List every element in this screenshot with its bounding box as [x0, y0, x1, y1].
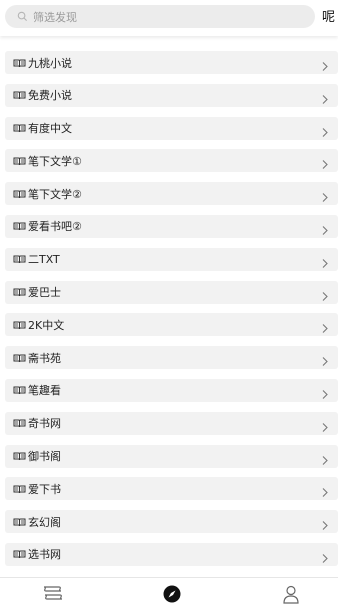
source-name: 九桃小说: [28, 56, 72, 70]
chevron-right-icon: [321, 549, 329, 563]
source-name: 二TXT: [28, 253, 60, 267]
chevron-right-icon: [321, 123, 329, 137]
chevron-right-icon: [321, 385, 329, 399]
source-name: 笔下文学①: [28, 154, 82, 168]
tab-bookshelf[interactable]: [42, 585, 64, 607]
source-list-item[interactable]: 笔趣看: [5, 378, 338, 402]
book-icon: [13, 517, 26, 527]
book-icon: [13, 189, 26, 199]
source-list-item[interactable]: 御书阁: [5, 444, 338, 468]
source-name: 奇书网: [28, 417, 61, 431]
source-list-item[interactable]: 二TXT: [5, 247, 338, 271]
chevron-right-icon: [321, 319, 329, 334]
bookshelf-icon: [43, 585, 63, 607]
chevron-right-icon: [321, 221, 329, 235]
source-name: 免费小说: [28, 89, 72, 103]
chevron-right-icon: [321, 451, 329, 465]
chevron-right-icon: [321, 418, 329, 432]
chevron-right-icon: [321, 516, 329, 531]
source-name: 选书网: [28, 548, 61, 562]
source-list-item[interactable]: 2K中文: [5, 313, 338, 337]
source-name: 笔下文学②: [28, 187, 82, 201]
discover-source-list: 九桃小说免费小说有度中文笔下文学① 笔下文学② 爱看书吧② 二TXT 爱巴士 2K中文斋书…: [5, 51, 338, 576]
chevron-right-icon: [321, 188, 329, 203]
book-icon: [13, 254, 26, 264]
book-icon: [13, 418, 26, 428]
person-icon: [282, 585, 300, 608]
chevron-right-icon: [321, 254, 329, 268]
chevron-right-icon: [321, 155, 329, 170]
tab-profile[interactable]: [280, 585, 302, 607]
source-name: 爱下书: [28, 482, 61, 496]
source-name: 斋书苑: [28, 351, 61, 365]
book-icon: [13, 385, 26, 395]
chevron-right-icon: [321, 57, 329, 71]
source-name: 有度中文: [28, 122, 72, 136]
chevron-right-icon: [321, 90, 329, 104]
source-name: 2K中文: [28, 318, 65, 332]
book-icon: [13, 353, 26, 363]
book-icon: [13, 549, 26, 559]
source-name: 御书阁: [28, 450, 61, 464]
top-bar: 筛选发现 呢: [0, 0, 338, 36]
compass-icon: [163, 585, 181, 607]
book-icon: [13, 320, 26, 330]
bottom-tab-bar: [0, 577, 338, 610]
source-name: 爱巴士: [28, 286, 61, 300]
tab-discover[interactable]: [161, 585, 183, 607]
source-list-item[interactable]: 九桃小说: [5, 51, 338, 74]
chevron-right-icon: [321, 352, 329, 367]
chevron-right-icon: [321, 287, 329, 301]
source-name: 爱看书吧②: [28, 220, 82, 234]
top-right-button[interactable]: 呢: [322, 6, 338, 25]
book-icon: [13, 58, 26, 68]
source-list-item[interactable]: 玄幻阁: [5, 510, 338, 534]
book-icon: [13, 287, 26, 297]
book-icon: [13, 90, 26, 100]
source-list-item[interactable]: 爱巴士: [5, 280, 338, 304]
book-icon: [13, 123, 26, 133]
source-list-item[interactable]: 免费小说: [5, 83, 338, 107]
source-list-item[interactable]: 斋书苑: [5, 346, 338, 370]
search-icon: [17, 11, 29, 23]
book-icon: [13, 156, 26, 166]
book-icon: [13, 221, 26, 231]
search-placeholder: 筛选发现: [33, 10, 77, 24]
source-name: 笔趣看: [28, 384, 61, 398]
source-list-item[interactable]: 有度中文: [5, 116, 338, 140]
source-name: 玄幻阁: [28, 515, 61, 529]
source-list-item[interactable]: 笔下文学②: [5, 182, 338, 206]
source-list-item[interactable]: 奇书网: [5, 411, 338, 435]
source-list-item[interactable]: 爱下书: [5, 477, 338, 501]
book-icon: [13, 484, 26, 494]
source-list-item[interactable]: 笔下文学①: [5, 149, 338, 173]
source-list-item[interactable]: 选书网: [5, 542, 338, 566]
search-input[interactable]: 筛选发现: [5, 5, 315, 28]
source-list-item[interactable]: 爱看书吧②: [5, 214, 338, 238]
chevron-right-icon: [321, 483, 329, 498]
book-icon: [13, 451, 26, 461]
